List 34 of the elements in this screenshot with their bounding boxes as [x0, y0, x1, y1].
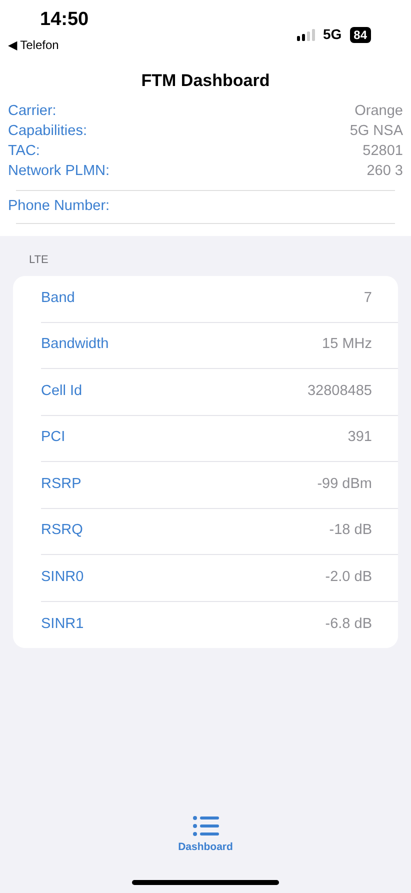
info-value: 5G NSA — [350, 122, 403, 141]
info-value: 52801 — [362, 142, 403, 161]
row-value: 7 — [364, 288, 372, 308]
row-value: 391 — [348, 428, 372, 448]
row-label: PCI — [41, 428, 66, 448]
clock: 14:50 — [40, 8, 89, 32]
row-label: RSRP — [41, 474, 82, 494]
back-link[interactable]: ◀ Telefon — [8, 36, 89, 54]
row-label: SINR1 — [41, 614, 84, 634]
info-label: TAC: — [8, 142, 40, 161]
info-value: 260 3 — [366, 162, 403, 181]
row-value: 15 MHz — [322, 335, 372, 354]
info-value: Orange — [354, 102, 403, 121]
row-value: -2.0 dB — [325, 568, 372, 587]
row-label: Cell Id — [41, 382, 82, 401]
row-value: -6.8 dB — [325, 614, 372, 634]
tab[interactable]: Dashboard — [178, 816, 233, 856]
info-label: Carrier: — [8, 102, 56, 121]
info-label: Network PLMN: — [8, 162, 110, 181]
info-label: Phone Number: — [8, 196, 110, 216]
signal-icon — [296, 28, 315, 40]
row-label: RSRQ — [41, 521, 83, 540]
page-title: FTM Dashboard — [140, 70, 271, 92]
network-type: 5G — [322, 25, 342, 44]
row-value: 32808485 — [307, 382, 372, 401]
row-label: Bandwidth — [41, 335, 109, 354]
list-icon — [192, 816, 218, 836]
battery-indicator: 84 — [350, 26, 371, 42]
section-header: LTE — [29, 252, 50, 268]
row-label: SINR0 — [41, 568, 84, 587]
info-label: Capabilities: — [8, 122, 87, 141]
row-value: -18 dB — [329, 521, 372, 540]
row-label: Band — [41, 288, 75, 308]
row-value: -99 dBm — [317, 474, 372, 494]
